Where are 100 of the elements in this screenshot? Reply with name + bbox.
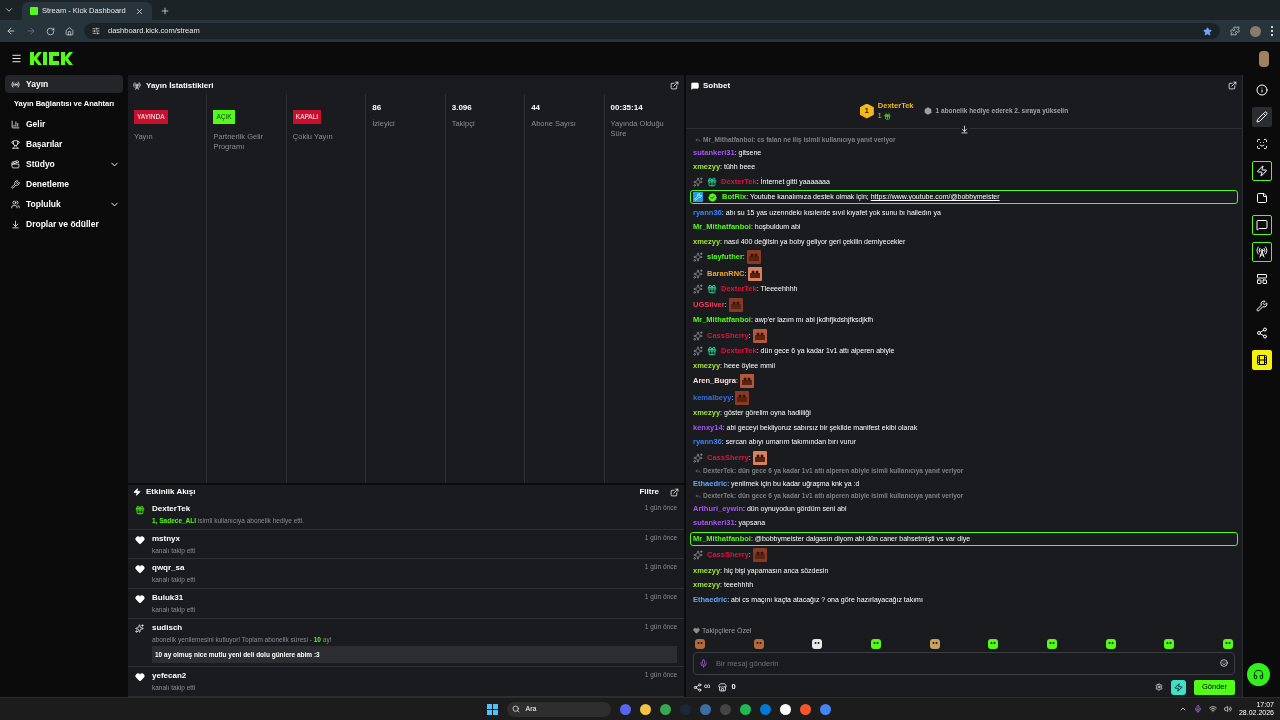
app-icon[interactable] — [780, 703, 792, 715]
stat-value: 86 — [372, 102, 383, 114]
back-icon[interactable] — [6, 26, 16, 36]
headset-icon — [1253, 669, 1264, 680]
emote-icon — [752, 450, 767, 465]
mic-icon[interactable] — [1193, 705, 1202, 713]
tab-list-icon[interactable] — [4, 5, 14, 15]
gift-icon — [883, 113, 891, 121]
emote-icon[interactable] — [1164, 639, 1175, 649]
store-icon[interactable] — [718, 682, 728, 692]
broadcast-icon — [133, 81, 141, 90]
emote-icon[interactable] — [812, 639, 823, 649]
pencil-icon — [1255, 111, 1268, 123]
rail-button[interactable] — [1251, 242, 1272, 262]
broadcast-icon — [1255, 246, 1268, 258]
network-icon[interactable] — [1208, 705, 1217, 713]
sidebar-item[interactable]: Droplar ve ödüller — [5, 215, 123, 233]
activity-user: yefecan2 — [152, 670, 188, 683]
reply-icon — [695, 137, 701, 143]
rail-button[interactable] — [1251, 215, 1272, 235]
help-button[interactable] — [1247, 663, 1270, 686]
emote-icon — [746, 250, 761, 264]
chat-icon — [1255, 219, 1268, 231]
app-icon[interactable] — [740, 703, 752, 715]
start-icon[interactable] — [487, 703, 499, 715]
activity-user: qwqr_sa — [152, 562, 186, 575]
reply-icon — [695, 493, 701, 499]
sidebar-icon — [11, 139, 20, 149]
emote-icon[interactable] — [870, 639, 881, 649]
sidebar-item[interactable]: Gelir — [5, 115, 123, 133]
emoji-icon[interactable] — [1220, 659, 1228, 667]
emote-icon — [728, 297, 743, 312]
activity-user: mstnyx — [152, 532, 181, 545]
popout-icon[interactable] — [670, 487, 679, 497]
lightning-icon — [1255, 165, 1268, 177]
heart-icon — [693, 627, 700, 635]
activity-user: sudisch — [152, 621, 184, 634]
panel-title: Sohbet — [703, 79, 732, 92]
sidebar-item[interactable]: Yayın — [5, 75, 123, 93]
popout-icon[interactable] — [670, 81, 679, 90]
sidebar-icon — [11, 199, 20, 209]
scroll-down-icon[interactable] — [959, 125, 969, 134]
film-icon — [1255, 354, 1268, 366]
bookmark-star-icon[interactable] — [1203, 26, 1212, 36]
mic-icon[interactable] — [699, 659, 708, 668]
emote-icon[interactable] — [929, 639, 940, 649]
share-icon — [1255, 327, 1268, 339]
new-tab-icon[interactable] — [160, 6, 170, 16]
sidebar-item[interactable]: Başarılar — [5, 135, 123, 153]
app-icon[interactable] — [660, 703, 672, 715]
emote-icon[interactable] — [1046, 639, 1057, 649]
panel-title: Etkinlik Akışı — [146, 486, 197, 499]
activity-user: DexterTek — [152, 502, 192, 515]
emote-icon[interactable] — [1222, 639, 1233, 649]
sidebar-icon — [11, 219, 20, 229]
close-icon[interactable] — [135, 6, 144, 16]
reload-icon[interactable] — [46, 26, 55, 36]
emote-icon — [735, 390, 750, 405]
tool-icon[interactable] — [1170, 679, 1186, 695]
hexagon-icon — [923, 107, 932, 115]
emote-icon — [752, 548, 767, 562]
profile-avatar[interactable] — [1250, 25, 1261, 37]
popout-icon[interactable] — [1228, 81, 1237, 90]
emote-icon[interactable] — [1105, 639, 1116, 649]
stat-value: 3.096 — [451, 102, 473, 114]
sidebar-icon — [11, 119, 20, 129]
kick-favicon-icon — [30, 7, 38, 15]
sidebar-item[interactable]: Denetleme — [5, 175, 123, 193]
home-icon[interactable] — [65, 26, 74, 36]
sidebar-item[interactable]: Topluluk — [5, 195, 123, 213]
volume-icon[interactable] — [1223, 705, 1232, 713]
emote-icon — [739, 374, 754, 388]
stat-value: 44 — [531, 102, 542, 114]
panel-title: Yayın İstatistikleri — [146, 79, 215, 92]
points-icon[interactable] — [693, 682, 702, 692]
extensions-icon[interactable] — [1230, 26, 1240, 36]
more-icon[interactable] — [1271, 26, 1274, 36]
rail-button[interactable] — [1251, 107, 1272, 127]
app-icon[interactable] — [640, 703, 652, 715]
sidebar-item[interactable]: Stüdyo — [5, 155, 123, 173]
lightning-icon — [1173, 682, 1183, 692]
search-icon — [512, 705, 521, 713]
rail-button[interactable] — [1251, 161, 1272, 181]
note-icon — [1255, 192, 1268, 204]
lightning-icon — [133, 488, 141, 497]
menu-icon[interactable] — [11, 53, 22, 64]
user-avatar[interactable] — [1259, 50, 1269, 67]
settings-icon[interactable] — [1154, 683, 1163, 691]
filter-button[interactable]: Filtre — [639, 486, 659, 499]
info-icon — [1255, 84, 1268, 96]
sidebar-icon — [11, 179, 20, 189]
points-value: ∞ — [704, 680, 711, 694]
emote-icon[interactable] — [988, 639, 999, 649]
activity-user: Buluk31 — [152, 592, 185, 604]
site-info-icon[interactable] — [92, 27, 100, 35]
layout-icon — [1255, 273, 1268, 285]
stat-value: 00:35:14 — [610, 102, 644, 114]
chat-icon — [691, 81, 699, 90]
rail-button[interactable] — [1251, 350, 1272, 370]
sidebar-icon — [11, 79, 20, 89]
